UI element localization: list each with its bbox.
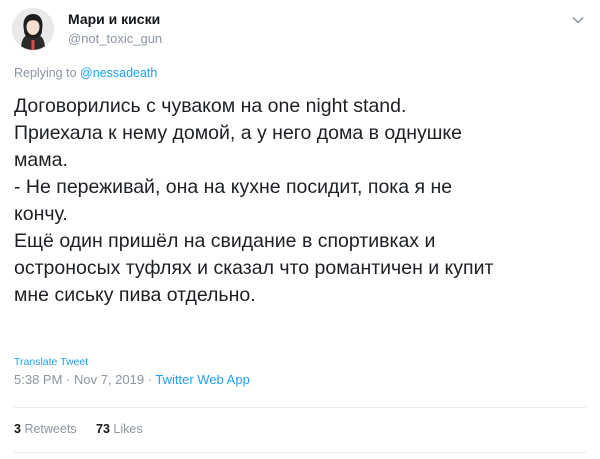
tweet-text-line: остроносых туфлях и сказал что романтиче… (14, 257, 494, 279)
likes-label: Likes (113, 422, 143, 436)
likes-count: 73 (96, 422, 110, 436)
display-name[interactable]: Мари и киски (68, 11, 162, 28)
user-handle[interactable]: @not_toxic_gun (68, 30, 162, 47)
reply-mention-link[interactable]: @nessadeath (80, 66, 157, 80)
tweet-header: Мари и киски @not_toxic_gun (12, 8, 588, 56)
tweet-meta: 5:38 PM · Nov 7, 2019 · Twitter Web App (14, 372, 250, 387)
retweets-label: Retweets (24, 422, 77, 436)
source-app-link[interactable]: Twitter Web App (155, 372, 249, 387)
tweet-text-line: мне сиську пива отдельно. (14, 284, 256, 306)
author-names: Мари и киски @not_toxic_gun (68, 11, 162, 47)
avatar-illustration-icon (12, 8, 54, 50)
tweet-text-line: мама. (14, 149, 68, 171)
tweet-text: Договорились с чуваком на one night stan… (14, 93, 574, 309)
avatar[interactable] (12, 8, 54, 50)
tweet-text-line: Ещё один пришёл на свидание в спортивках… (14, 230, 436, 252)
likes-stat[interactable]: 73 Likes (96, 422, 143, 436)
tweet-text-line: - Не переживай, она на кухне посидит, по… (14, 176, 453, 198)
divider (14, 452, 586, 453)
reply-context: Replying to @nessadeath (14, 66, 157, 80)
chevron-down-icon[interactable] (570, 12, 586, 28)
retweets-stat[interactable]: 3 Retweets (14, 422, 77, 436)
retweets-count: 3 (14, 422, 21, 436)
divider (14, 407, 586, 408)
timestamp[interactable]: 5:38 PM · Nov 7, 2019 · (14, 372, 155, 387)
tweet-text-line: Договорились с чуваком на one night stan… (14, 95, 407, 117)
reply-prefix: Replying to (14, 66, 77, 80)
translate-tweet-link[interactable]: Translate Tweet (14, 356, 88, 368)
tweet-text-line: кончу. (14, 203, 68, 225)
tweet-text-line: Приехала к нему домой, а у него дома в о… (14, 122, 462, 144)
tweet-stats: 3 Retweets 73 Likes (14, 422, 159, 436)
